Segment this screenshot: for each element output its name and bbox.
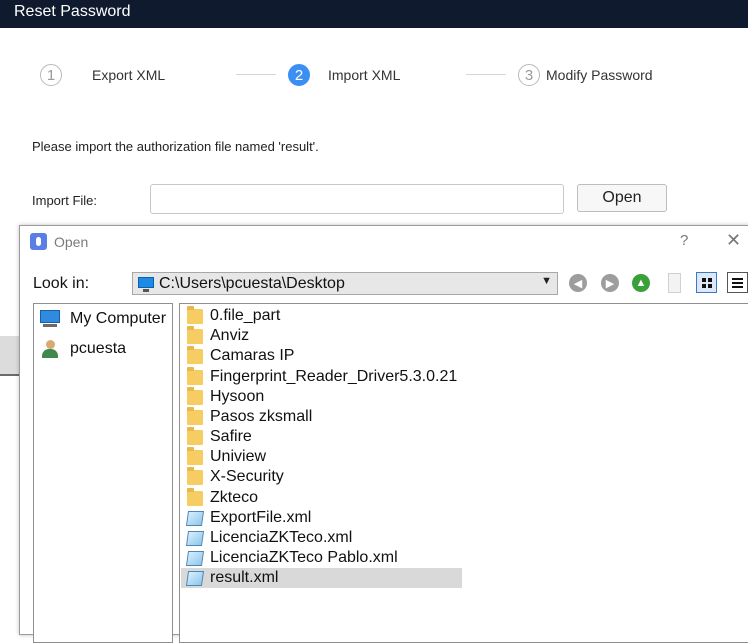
file-name: Zkteco — [210, 489, 259, 506]
folder-icon — [187, 406, 203, 425]
file-name: Pasos zksmall — [210, 408, 313, 425]
open-file-dialog: Open ? ✕ Look in: C:\Users\pcuesta\Deskt… — [19, 225, 748, 643]
look-in-dropdown[interactable]: C:\Users\pcuesta\Desktop ▼ — [132, 272, 558, 295]
file-name: LicenciaZKTeco Pablo.xml — [210, 549, 398, 566]
file-name: Safire — [210, 428, 252, 445]
list-item[interactable]: Anviz — [185, 325, 250, 346]
step-label-import-xml: Import XML — [328, 67, 401, 83]
sidebar-places: My Computer pcuesta — [33, 303, 173, 643]
microphone-app-icon — [30, 233, 47, 250]
desktop-icon — [138, 277, 154, 292]
file-name: 0.file_part — [210, 307, 281, 324]
folder-icon — [187, 325, 203, 344]
step-number-2: 2 — [288, 64, 310, 86]
file-name: Fingerprint_Reader_Driver5.3.0.21 — [210, 368, 458, 385]
back-arrow-icon[interactable]: ◀ — [569, 274, 587, 292]
window-title: Reset Password — [14, 3, 131, 20]
step-label-export-xml: Export XML — [92, 67, 166, 83]
list-item[interactable]: Fingerprint_Reader_Driver5.3.0.21 — [185, 366, 458, 387]
import-file-label: Import File: — [32, 193, 98, 208]
sidebar-item-label: pcuesta — [70, 340, 127, 357]
dialog-titlebar: Open ? ✕ — [20, 226, 748, 258]
list-item[interactable]: LicenciaZKTeco Pablo.xml — [185, 548, 398, 568]
user-folder-icon — [40, 339, 62, 359]
dropdown-arrow-icon: ▼ — [541, 275, 552, 287]
step-connector-1 — [236, 74, 276, 75]
open-button[interactable]: Open — [577, 184, 667, 212]
folder-icon — [187, 466, 203, 485]
folder-icon — [187, 487, 203, 506]
step-number-1: 1 — [40, 64, 62, 86]
folder-icon — [187, 305, 203, 324]
folder-icon — [187, 446, 203, 465]
file-list: 0.file_part Anviz Camaras IP Fingerprint… — [179, 303, 748, 643]
step-label-modify-password: Modify Password — [546, 67, 653, 83]
help-icon[interactable]: ? — [680, 232, 688, 249]
computer-icon — [40, 309, 62, 329]
list-item[interactable]: 0.file_part — [185, 305, 281, 326]
step-number-3: 3 — [518, 64, 540, 86]
list-item[interactable]: LicenciaZKTeco.xml — [185, 528, 352, 548]
list-item[interactable]: Hysoon — [185, 386, 265, 407]
list-item[interactable]: ExportFile.xml — [185, 508, 311, 528]
folder-icon — [187, 345, 203, 364]
folder-icon — [187, 426, 203, 445]
file-name: Anviz — [210, 327, 250, 344]
instruction-text: Please import the authorization file nam… — [32, 139, 319, 154]
list-item-selected[interactable]: result.xml — [181, 568, 462, 588]
import-file-input[interactable] — [150, 184, 564, 214]
sidebar-item-pcuesta[interactable]: pcuesta — [40, 337, 126, 361]
close-icon[interactable]: ✕ — [726, 230, 741, 251]
background-panel-strip — [0, 336, 20, 376]
list-item[interactable]: X-Security — [185, 466, 284, 487]
xml-file-icon — [185, 550, 205, 566]
xml-file-icon — [185, 530, 205, 546]
new-folder-icon[interactable] — [668, 273, 681, 293]
sidebar-item-my-computer[interactable]: My Computer — [40, 307, 166, 331]
step-import-xml: 2 Import XML — [288, 62, 400, 88]
file-name: Hysoon — [210, 388, 265, 405]
step-export-xml: 1 Export XML — [40, 62, 165, 88]
sidebar-item-label: My Computer — [70, 310, 167, 327]
file-name: Camaras IP — [210, 347, 295, 364]
up-folder-icon[interactable]: ▲ — [632, 274, 650, 292]
list-item[interactable]: Zkteco — [185, 487, 259, 508]
file-name: X-Security — [210, 468, 284, 485]
file-name: LicenciaZKTeco.xml — [210, 529, 353, 546]
list-view-icon[interactable] — [727, 272, 748, 293]
dialog-title: Open — [54, 234, 89, 250]
list-item[interactable]: Uniview — [185, 446, 267, 467]
forward-arrow-icon[interactable]: ▶ — [601, 274, 619, 292]
list-item[interactable]: Camaras IP — [185, 345, 295, 366]
look-in-label: Look in: — [33, 275, 90, 292]
icon-view-icon[interactable] — [696, 272, 717, 293]
window-titlebar: Reset Password — [0, 0, 748, 28]
list-item[interactable]: Pasos zksmall — [185, 406, 313, 427]
file-name: result.xml — [210, 569, 279, 586]
look-in-path: C:\Users\pcuesta\Desktop — [159, 275, 345, 292]
folder-icon — [187, 366, 203, 385]
folder-icon — [187, 386, 203, 405]
step-modify-password: 3 Modify Password — [518, 62, 653, 88]
file-name: Uniview — [210, 448, 267, 465]
file-name: ExportFile.xml — [210, 509, 312, 526]
xml-file-icon — [185, 570, 205, 586]
xml-file-icon — [185, 510, 205, 526]
step-connector-2 — [466, 74, 506, 75]
list-item[interactable]: Safire — [185, 426, 252, 447]
